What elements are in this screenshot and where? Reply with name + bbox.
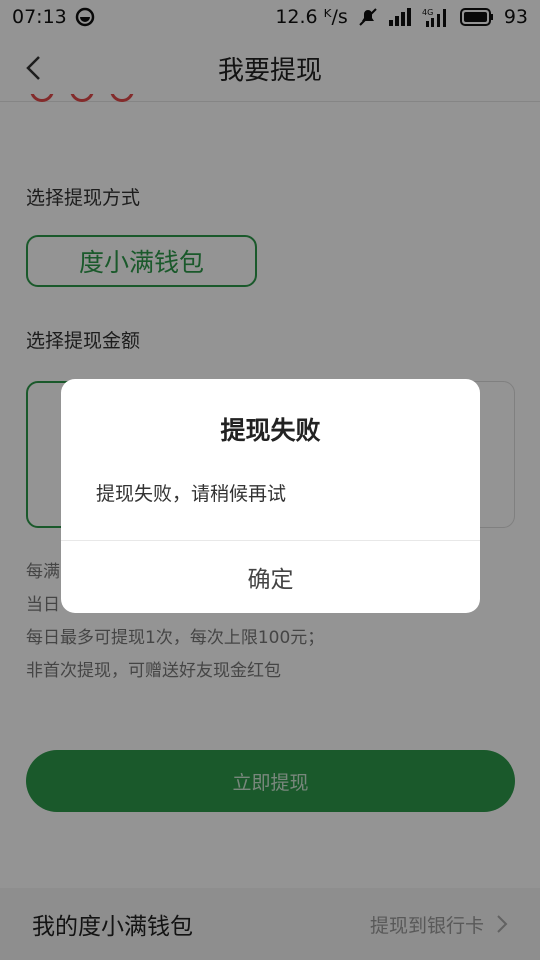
confirm-button[interactable]: 确定	[61, 541, 480, 613]
dialog-message: 提现失败，请稍候再试	[96, 483, 287, 505]
dialog-title: 提现失败	[220, 416, 321, 445]
error-dialog: 提现失败 提现失败，请稍候再试 确定	[61, 379, 480, 613]
